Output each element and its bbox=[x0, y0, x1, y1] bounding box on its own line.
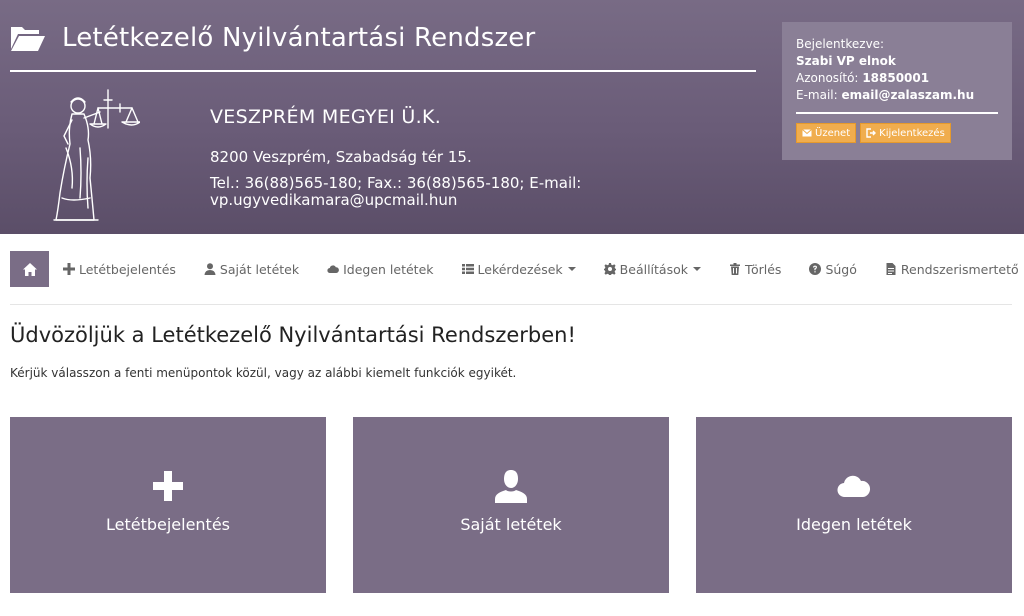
tile-own-deposits[interactable]: Saját letétek bbox=[353, 417, 669, 593]
user-name: Szabi VP elnok bbox=[796, 54, 896, 68]
nav-item-label: Idegen letétek bbox=[343, 261, 434, 277]
user-id-value: 18850001 bbox=[862, 71, 930, 85]
logout-button-label: Kijelentkezés bbox=[879, 127, 945, 139]
tile-icon-wrap bbox=[153, 469, 183, 503]
gear-icon bbox=[603, 263, 616, 275]
user-icon bbox=[495, 470, 527, 503]
cloud-icon bbox=[327, 265, 340, 274]
logged-in-label: Bejelentkezve: bbox=[796, 37, 885, 51]
tile-label: Idegen letétek bbox=[796, 515, 912, 534]
user-info-panel: Bejelentkezve: Szabi VP elnok Azonosító:… bbox=[782, 22, 1012, 160]
plus-icon bbox=[153, 471, 183, 501]
nav-item-system-guide[interactable]: Rendszerismertető bbox=[871, 251, 1024, 287]
user-email-value: email@zalaszam.hu bbox=[841, 88, 975, 102]
header: Letétkezelő Nyilvántartási Rendszer VESZ… bbox=[0, 0, 1024, 234]
logout-button[interactable]: Kijelentkezés bbox=[860, 123, 951, 143]
user-actions: Üzenet Kijelentkezés bbox=[796, 123, 998, 143]
user-id-row: Azonosító: 18850001 bbox=[796, 70, 998, 87]
lady-justice-logo bbox=[53, 89, 140, 221]
tile-foreign-deposits[interactable]: Idegen letétek bbox=[696, 417, 1012, 593]
sign-out-icon bbox=[866, 128, 877, 138]
plus-icon bbox=[63, 263, 75, 275]
nav-item-delete[interactable]: Törlés bbox=[715, 251, 795, 287]
document-icon bbox=[886, 263, 896, 275]
tile-deposit-registration[interactable]: Letétbejelentés bbox=[10, 417, 326, 593]
app-title: Letétkezelő Nyilvántartási Rendszer bbox=[62, 23, 536, 53]
user-panel-divider bbox=[796, 112, 998, 114]
nav-item-own-deposits[interactable]: Saját letétek bbox=[190, 251, 313, 287]
organization-address: 8200 Veszprém, Szabadság tér 15. bbox=[210, 148, 472, 166]
nav-item-label: Törlés bbox=[744, 261, 782, 277]
nav-item-label: Súgó bbox=[825, 261, 857, 277]
nav-item-deposit-registration[interactable]: Letétbejelentés bbox=[49, 251, 190, 287]
nav-item-settings[interactable]: Beállítások bbox=[590, 251, 715, 287]
nav-item-help[interactable]: Súgó bbox=[795, 251, 870, 287]
chevron-down-icon bbox=[692, 267, 701, 271]
nav-item-label: Saját letétek bbox=[219, 261, 300, 277]
trash-icon bbox=[729, 263, 740, 275]
list-icon bbox=[461, 264, 474, 274]
app-title-row: Letétkezelő Nyilvántartási Rendszer bbox=[10, 16, 535, 60]
user-icon bbox=[204, 263, 216, 275]
page-title: Üdvözöljük a Letétkezelő Nyilvántartási … bbox=[10, 323, 576, 347]
chevron-down-icon bbox=[567, 267, 576, 271]
nav-item-foreign-deposits[interactable]: Idegen letétek bbox=[313, 251, 447, 287]
user-id-label: Azonosító: bbox=[796, 71, 859, 85]
tile-label: Letétbejelentés bbox=[105, 515, 231, 534]
folder-open-icon bbox=[11, 27, 45, 51]
cloud-icon bbox=[837, 475, 871, 498]
nav-item-label: Lekérdezések bbox=[477, 261, 563, 277]
organization-name: VESZPRÉM MEGYEI Ü.K. bbox=[210, 106, 442, 128]
main-navigation: Letétbejelentés Saját letétek Idegen let… bbox=[10, 251, 1024, 287]
page-intro: Kérjük válasszon a fenti menüpontok közü… bbox=[10, 366, 517, 380]
nav-item-label: Beállítások bbox=[619, 261, 688, 277]
nav-item-label: Letétbejelentés bbox=[79, 261, 176, 277]
organization-contact: Tel.: 36(88)565-180; Fax.: 36(88)565-180… bbox=[210, 174, 582, 209]
user-email-row: E-mail: email@zalaszam.hu bbox=[796, 87, 998, 104]
title-divider bbox=[10, 70, 756, 72]
tile-icon-wrap bbox=[494, 469, 528, 503]
nav-divider bbox=[10, 304, 1012, 305]
home-icon bbox=[22, 262, 37, 276]
envelope-icon bbox=[802, 129, 812, 137]
message-button-label: Üzenet bbox=[815, 127, 851, 139]
nav-item-label: Rendszerismertető bbox=[900, 261, 1019, 277]
message-button[interactable]: Üzenet bbox=[796, 123, 857, 143]
tile-icon-wrap bbox=[837, 469, 871, 503]
question-icon bbox=[809, 263, 822, 275]
nav-item-queries[interactable]: Lekérdezések bbox=[448, 251, 590, 287]
tile-label: Saját letétek bbox=[460, 515, 562, 534]
nav-home[interactable] bbox=[10, 251, 49, 287]
user-email-label: E-mail: bbox=[796, 88, 838, 102]
